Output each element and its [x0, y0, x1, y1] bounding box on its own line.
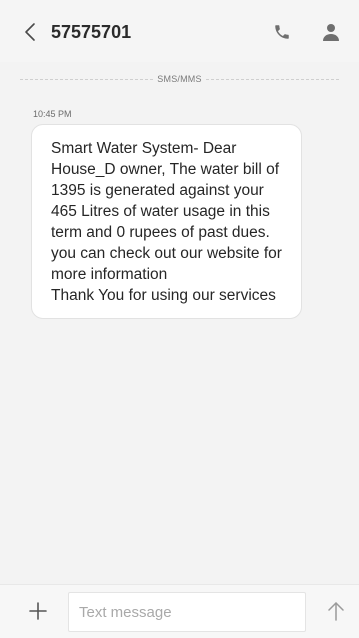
- chevron-left-icon: [25, 23, 35, 41]
- add-attachment-button[interactable]: [26, 599, 50, 623]
- contact-button[interactable]: [320, 21, 342, 43]
- divider-line-right: [205, 78, 339, 80]
- person-icon: [323, 24, 339, 41]
- divider-line-left: [20, 78, 154, 80]
- message-bubble[interactable]: Smart Water System- Dear House_D owner, …: [31, 124, 302, 319]
- composer-bar: [0, 584, 359, 638]
- phone-icon: [275, 25, 289, 39]
- channel-divider: SMS/MMS: [20, 72, 339, 86]
- channel-label: SMS/MMS: [157, 74, 202, 84]
- call-button[interactable]: [271, 21, 293, 43]
- back-button[interactable]: [20, 20, 40, 44]
- message-input[interactable]: [68, 592, 306, 632]
- contact-title: 57575701: [51, 22, 132, 42]
- plus-icon: [29, 602, 47, 620]
- conversation-header: 57575701: [0, 0, 359, 62]
- send-button[interactable]: [324, 598, 348, 624]
- arrow-up-icon: [328, 602, 344, 621]
- message-timestamp: 10:45 PM: [33, 109, 72, 119]
- messaging-screen: 57575701 SMS/MMS 10:45 PM Smart Water Sy…: [0, 0, 359, 638]
